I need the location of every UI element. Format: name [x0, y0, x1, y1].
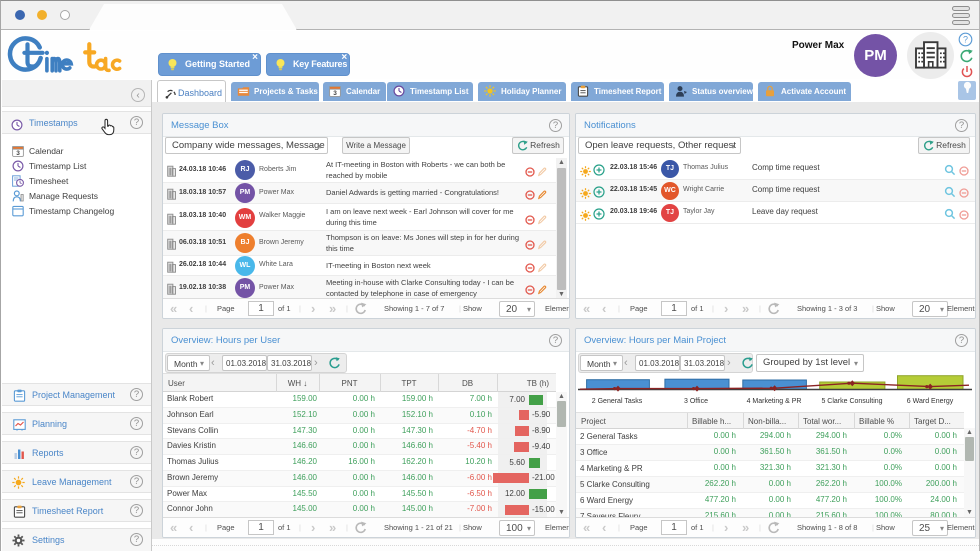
- svg-text:3: 3: [333, 90, 337, 97]
- svg-text:?: ?: [963, 35, 968, 45]
- svg-text:3: 3: [16, 150, 20, 157]
